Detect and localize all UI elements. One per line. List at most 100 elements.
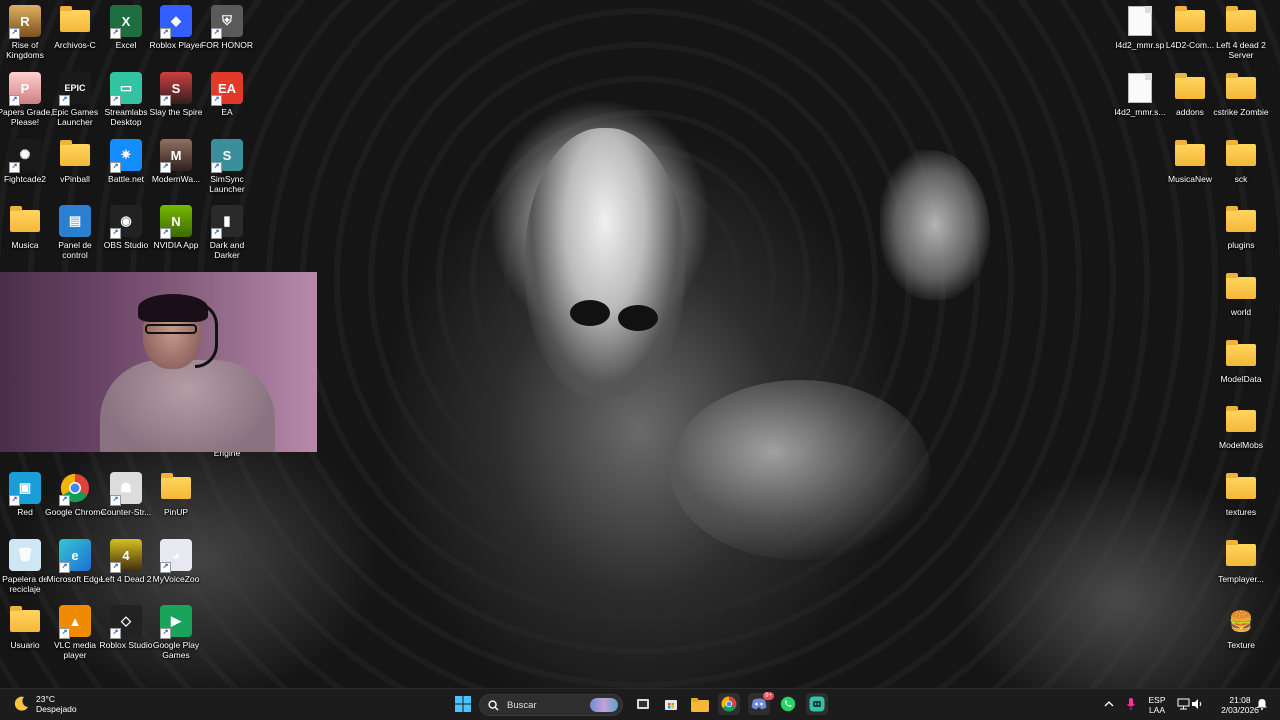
desktop-icon-label: EA [221, 107, 233, 117]
chrome-icon [721, 696, 737, 712]
desktop[interactable]: R ↗ Rise of Kingdoms Archivos-C X ↗ Excel ◆ ↗ Rob… [0, 0, 1280, 688]
taskbar-discord[interactable]: 9+ [748, 692, 774, 715]
wallpaper-eye-right [618, 305, 658, 331]
desktop-icon-label: cstrike Zombie [1213, 107, 1269, 117]
search-input[interactable]: Buscar [479, 694, 623, 716]
desktop-icon-plugins[interactable]: plugins [1216, 205, 1266, 271]
desktop-icon-streamlabs[interactable]: ▭ ↗ Streamlabs Desktop [101, 72, 151, 138]
desktop-icon-roblox_studio[interactable]: ◇ ↗ Roblox Studio [100, 605, 152, 671]
shortcut-arrow-icon: ↗ [59, 495, 70, 506]
shortcut-arrow-icon: ↗ [110, 162, 121, 173]
desktop-icon-excel[interactable]: X ↗ Excel [101, 5, 151, 71]
desktop-icon-label: PinUP [163, 507, 189, 517]
desktop-icon-papers[interactable]: P ↗ Papers Grade, Please! [0, 72, 53, 138]
volume-button[interactable] [1187, 693, 1207, 715]
desktop-icon-vpinball[interactable]: vPinball [50, 139, 100, 205]
desktop-icon-pinup[interactable]: PinUP [151, 472, 201, 538]
notifications-button[interactable] [1254, 693, 1270, 715]
l4d2-icon: 4 ↗ [110, 539, 142, 573]
taskbar-file-explorer[interactable] [689, 693, 711, 715]
desktop-icon-musicanew[interactable]: MusicaNew [1165, 139, 1215, 205]
desktop-icon-templayer[interactable]: Templayer... [1216, 539, 1266, 605]
desktop-icon-papelera[interactable]: 🗑 Papelera de reciclaje [0, 539, 50, 605]
taskbar-store[interactable] [660, 693, 682, 715]
nvidia-icon: N ↗ [160, 205, 192, 239]
wallpaper-robe [670, 380, 930, 560]
desktop-icon-textures[interactable]: textures [1216, 472, 1266, 538]
desktop-icon-l4d2_com[interactable]: L4D2-Com... [1165, 5, 1215, 71]
desktop-icon-label: Dark and Darker [209, 240, 245, 260]
wallpaper-hand [880, 150, 990, 300]
desktop-icon-battlenet[interactable]: ✷ ↗ Battle.net [101, 139, 151, 205]
shortcut-arrow-icon: ↗ [110, 562, 121, 573]
desktop-icon-simsync[interactable]: S ↗ SimSync Launcher [202, 139, 252, 205]
desktop-icon-ea[interactable]: EA ↗ EA [202, 72, 252, 138]
folder-icon [1174, 139, 1206, 171]
desktop-icon-l4d2[interactable]: 4 ↗ Left 4 Dead 2 [100, 539, 152, 605]
shortcut-arrow-icon: ↗ [211, 28, 222, 39]
shortcut-arrow-icon: ↗ [9, 28, 20, 39]
task-view-button[interactable] [632, 693, 654, 715]
epic-icon: EPIC ↗ [59, 72, 91, 106]
desktop-icon-modernwa[interactable]: M ↗ ModernWa... [151, 139, 201, 205]
desktop-icon-musica[interactable]: Musica [0, 205, 50, 271]
weather-widget[interactable]: 23°C Despejado [12, 694, 77, 714]
desktop-icon-l4d2_server[interactable]: Left 4 dead 2 Server [1216, 5, 1266, 71]
start-button[interactable] [452, 693, 474, 715]
desktop-icon-cs[interactable]: ☗ ↗ Counter-Str... [101, 472, 151, 538]
desktop-icon-archivos[interactable]: Archivos-C [50, 5, 100, 71]
shortcut-arrow-icon: ↗ [160, 562, 171, 573]
taskbar-chrome[interactable] [718, 693, 740, 715]
desktop-icon-label: textures [1225, 507, 1257, 517]
desktop-icon-rok[interactable]: R ↗ Rise of Kingdoms [0, 5, 50, 71]
desktop-icon-nvidia[interactable]: N ↗ NVIDIA App [151, 205, 201, 271]
desktop-icon-cstrike[interactable]: cstrike Zombie [1213, 72, 1269, 138]
desktop-icon-modelmobs[interactable]: ModelMobs [1216, 405, 1266, 471]
desktop-icon-l4d2_sp[interactable]: l4d2_mmr.sp [1115, 5, 1165, 71]
microphone-button[interactable] [1121, 693, 1141, 715]
desktop-icon-l4d2_s[interactable]: l4d2_mmr.s... [1114, 72, 1166, 138]
excel-icon: X ↗ [110, 5, 142, 39]
shortcut-arrow-icon: ↗ [59, 628, 70, 639]
roblox-player-icon: ◆ ↗ [160, 5, 192, 39]
desktop-icon-label: Left 4 dead 2 Server [1216, 40, 1266, 60]
burger-icon: 🍔 [1228, 610, 1254, 633]
desktop-icon-red[interactable]: ▣ ↗ Red [0, 472, 50, 538]
desktop-icon-dark[interactable]: ▮ ↗ Dark and Darker [202, 205, 252, 271]
desktop-icon-label: Templayer... [1218, 574, 1264, 584]
language-indicator[interactable]: ESP LAA [1145, 695, 1169, 715]
desktop-icon-label: FOR HONOR [201, 40, 253, 50]
desktop-icon-obs[interactable]: ◉ ↗ OBS Studio [101, 205, 151, 271]
desktop-icon-sck[interactable]: sck [1216, 139, 1266, 205]
desktop-icon-gplay[interactable]: ▶ ↗ Google Play Games [151, 605, 201, 671]
folder-icon [1225, 205, 1257, 237]
desktop-icon-slay[interactable]: S ↗ Slay the Spire [150, 72, 202, 138]
shortcut-arrow-icon: ↗ [59, 562, 70, 573]
taskbar-whatsapp[interactable] [777, 693, 799, 715]
desktop-icon-myvoice[interactable]: ◕ ↗ MyVoiceZoo [151, 539, 201, 605]
shortcut-arrow-icon: ↗ [110, 95, 121, 106]
desktop-icon-vlc[interactable]: ▲ ↗ VLC media player [50, 605, 100, 671]
desktop-icon-for_honor[interactable]: ⛨ ↗ FOR HONOR [201, 5, 253, 71]
windows-logo-icon [455, 696, 471, 712]
desktop-icon-usuario[interactable]: Usuario [0, 605, 50, 671]
dark-icon: ▮ ↗ [211, 205, 243, 239]
desktop-icon-roblox_player[interactable]: ◆ ↗ Roblox Player [150, 5, 202, 71]
desktop-icon-world[interactable]: world [1216, 272, 1266, 338]
desktop-icon-fightcade[interactable]: ✺ ↗ Fightcade2 [0, 139, 50, 205]
panel-icon: ▤ [59, 205, 91, 237]
file-icon [1124, 72, 1156, 104]
desktop-icon-modeldata[interactable]: ModelData [1216, 339, 1266, 405]
desktop-icon-addons[interactable]: addons [1165, 72, 1215, 138]
folder-icon [1174, 72, 1206, 104]
taskbar-streamlabs[interactable] [806, 693, 828, 715]
desktop-icon-texture[interactable]: 🍔 Texture [1216, 605, 1266, 671]
desktop-icon-chrome[interactable]: ↗ Google Chrome [45, 472, 105, 538]
desktop-icon-label: world [1230, 307, 1252, 317]
ea-icon: EA ↗ [211, 72, 243, 106]
desktop-icon-edge[interactable]: e ↗ Microsoft Edge [47, 539, 103, 605]
desktop-icon-epic[interactable]: EPIC ↗ Epic Games Launcher [50, 72, 100, 138]
shortcut-arrow-icon: ↗ [110, 628, 121, 639]
tray-overflow-button[interactable] [1099, 693, 1119, 715]
desktop-icon-panel[interactable]: ▤ Panel de control [50, 205, 100, 271]
